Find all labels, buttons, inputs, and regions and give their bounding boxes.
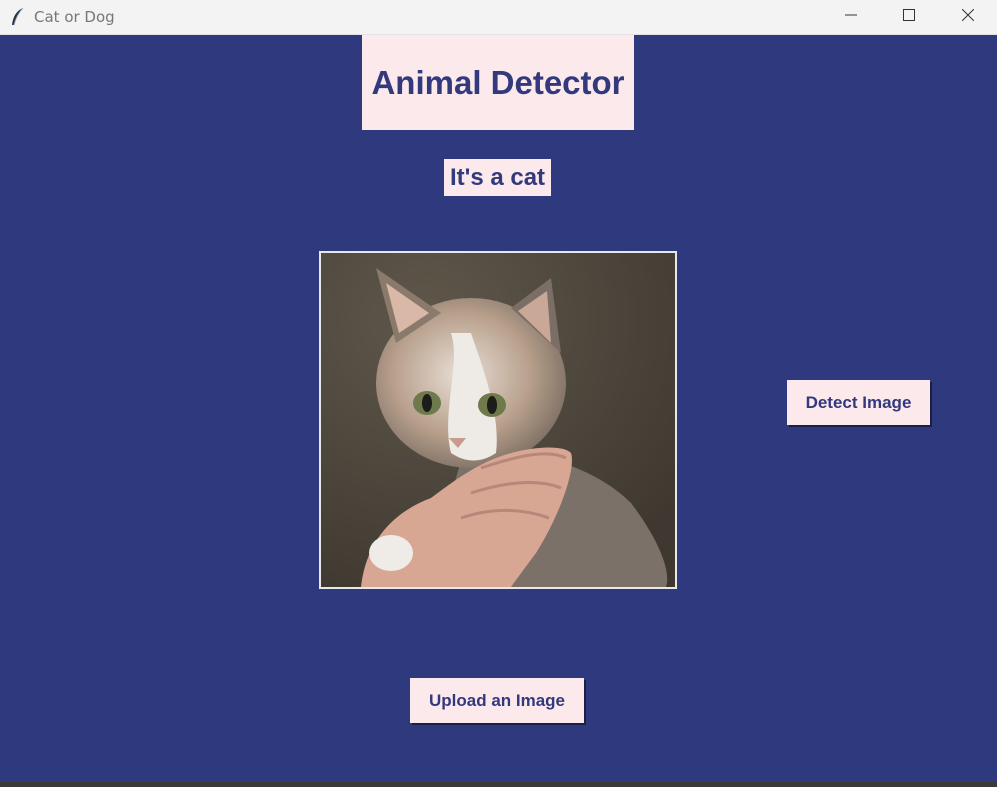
window-title: Cat or Dog: [34, 8, 115, 26]
title-bar[interactable]: Cat or Dog: [0, 0, 997, 35]
bottom-edge: [0, 782, 997, 787]
main-content: Animal Detector It's a cat Detect Image …: [0, 35, 997, 787]
close-button[interactable]: [939, 0, 997, 34]
minimize-button[interactable]: [822, 0, 880, 34]
detect-image-button[interactable]: Detect Image: [787, 380, 930, 425]
result-label: It's a cat: [444, 159, 551, 196]
upload-image-button[interactable]: Upload an Image: [410, 678, 584, 723]
minimize-icon: [845, 8, 857, 26]
feather-icon: [10, 7, 26, 27]
app-window: Cat or Dog Animal Detector It's a cat De…: [0, 0, 997, 787]
close-icon: [961, 8, 975, 26]
page-title: Animal Detector: [362, 35, 634, 130]
kitten-photo: [321, 253, 675, 587]
maximize-icon: [903, 8, 915, 26]
maximize-button[interactable]: [880, 0, 938, 34]
uploaded-image: [319, 251, 677, 589]
